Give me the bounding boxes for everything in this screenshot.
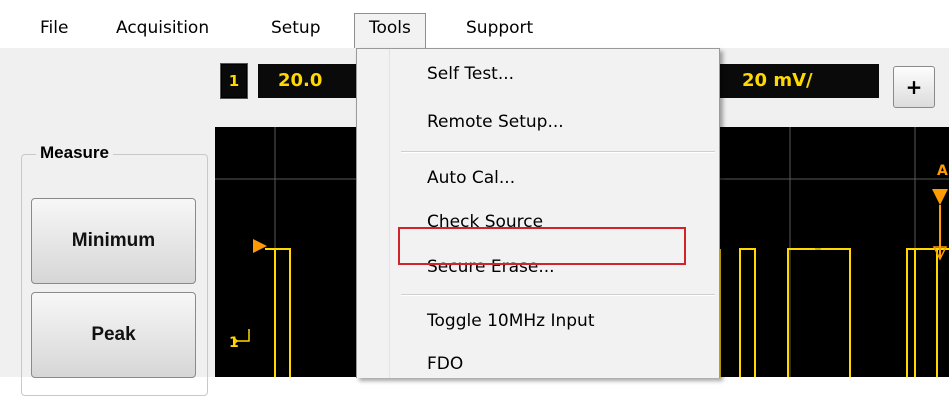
- scale-readout[interactable]: 20 mV/: [742, 70, 813, 91]
- measure-panel-title: Measure: [36, 143, 113, 163]
- trigger-position-marker[interactable]: A: [932, 163, 948, 261]
- channel-1-ground-marker[interactable]: 1: [229, 329, 250, 351]
- menu-tools[interactable]: Tools: [354, 13, 426, 49]
- peak-button[interactable]: Peak: [31, 292, 196, 378]
- menu-item-self-test[interactable]: Self Test...: [427, 64, 514, 84]
- menu-support[interactable]: Support: [456, 13, 543, 43]
- check-source-highlight: [398, 227, 686, 265]
- channel-1-marker-label: 1: [229, 335, 239, 351]
- menu-separator: [401, 151, 715, 153]
- menu-bar: File Acquisition Setup Tools Support: [0, 0, 949, 49]
- trigger-level-marker[interactable]: [253, 239, 267, 253]
- menu-item-fdo[interactable]: FDO: [427, 354, 463, 374]
- menu-acquisition[interactable]: Acquisition: [106, 13, 219, 43]
- menu-item-auto-cal[interactable]: Auto Cal...: [427, 168, 515, 188]
- minimum-button[interactable]: Minimum: [31, 198, 196, 284]
- timebase-readout[interactable]: 20.0: [278, 70, 322, 91]
- channel-1-button[interactable]: 1: [220, 63, 248, 99]
- menu-setup[interactable]: Setup: [261, 13, 330, 43]
- trigger-marker-label: A: [937, 163, 948, 179]
- add-button[interactable]: +: [893, 66, 935, 108]
- menu-item-remote-setup[interactable]: Remote Setup...: [427, 112, 564, 132]
- tools-dropdown-menu: Self Test... Remote Setup... Auto Cal...…: [356, 48, 720, 378]
- menu-file[interactable]: File: [30, 13, 78, 43]
- menu-separator: [401, 294, 715, 296]
- menu-item-toggle-10mhz-input[interactable]: Toggle 10MHz Input: [427, 311, 595, 331]
- menu-icon-strip: [357, 49, 390, 378]
